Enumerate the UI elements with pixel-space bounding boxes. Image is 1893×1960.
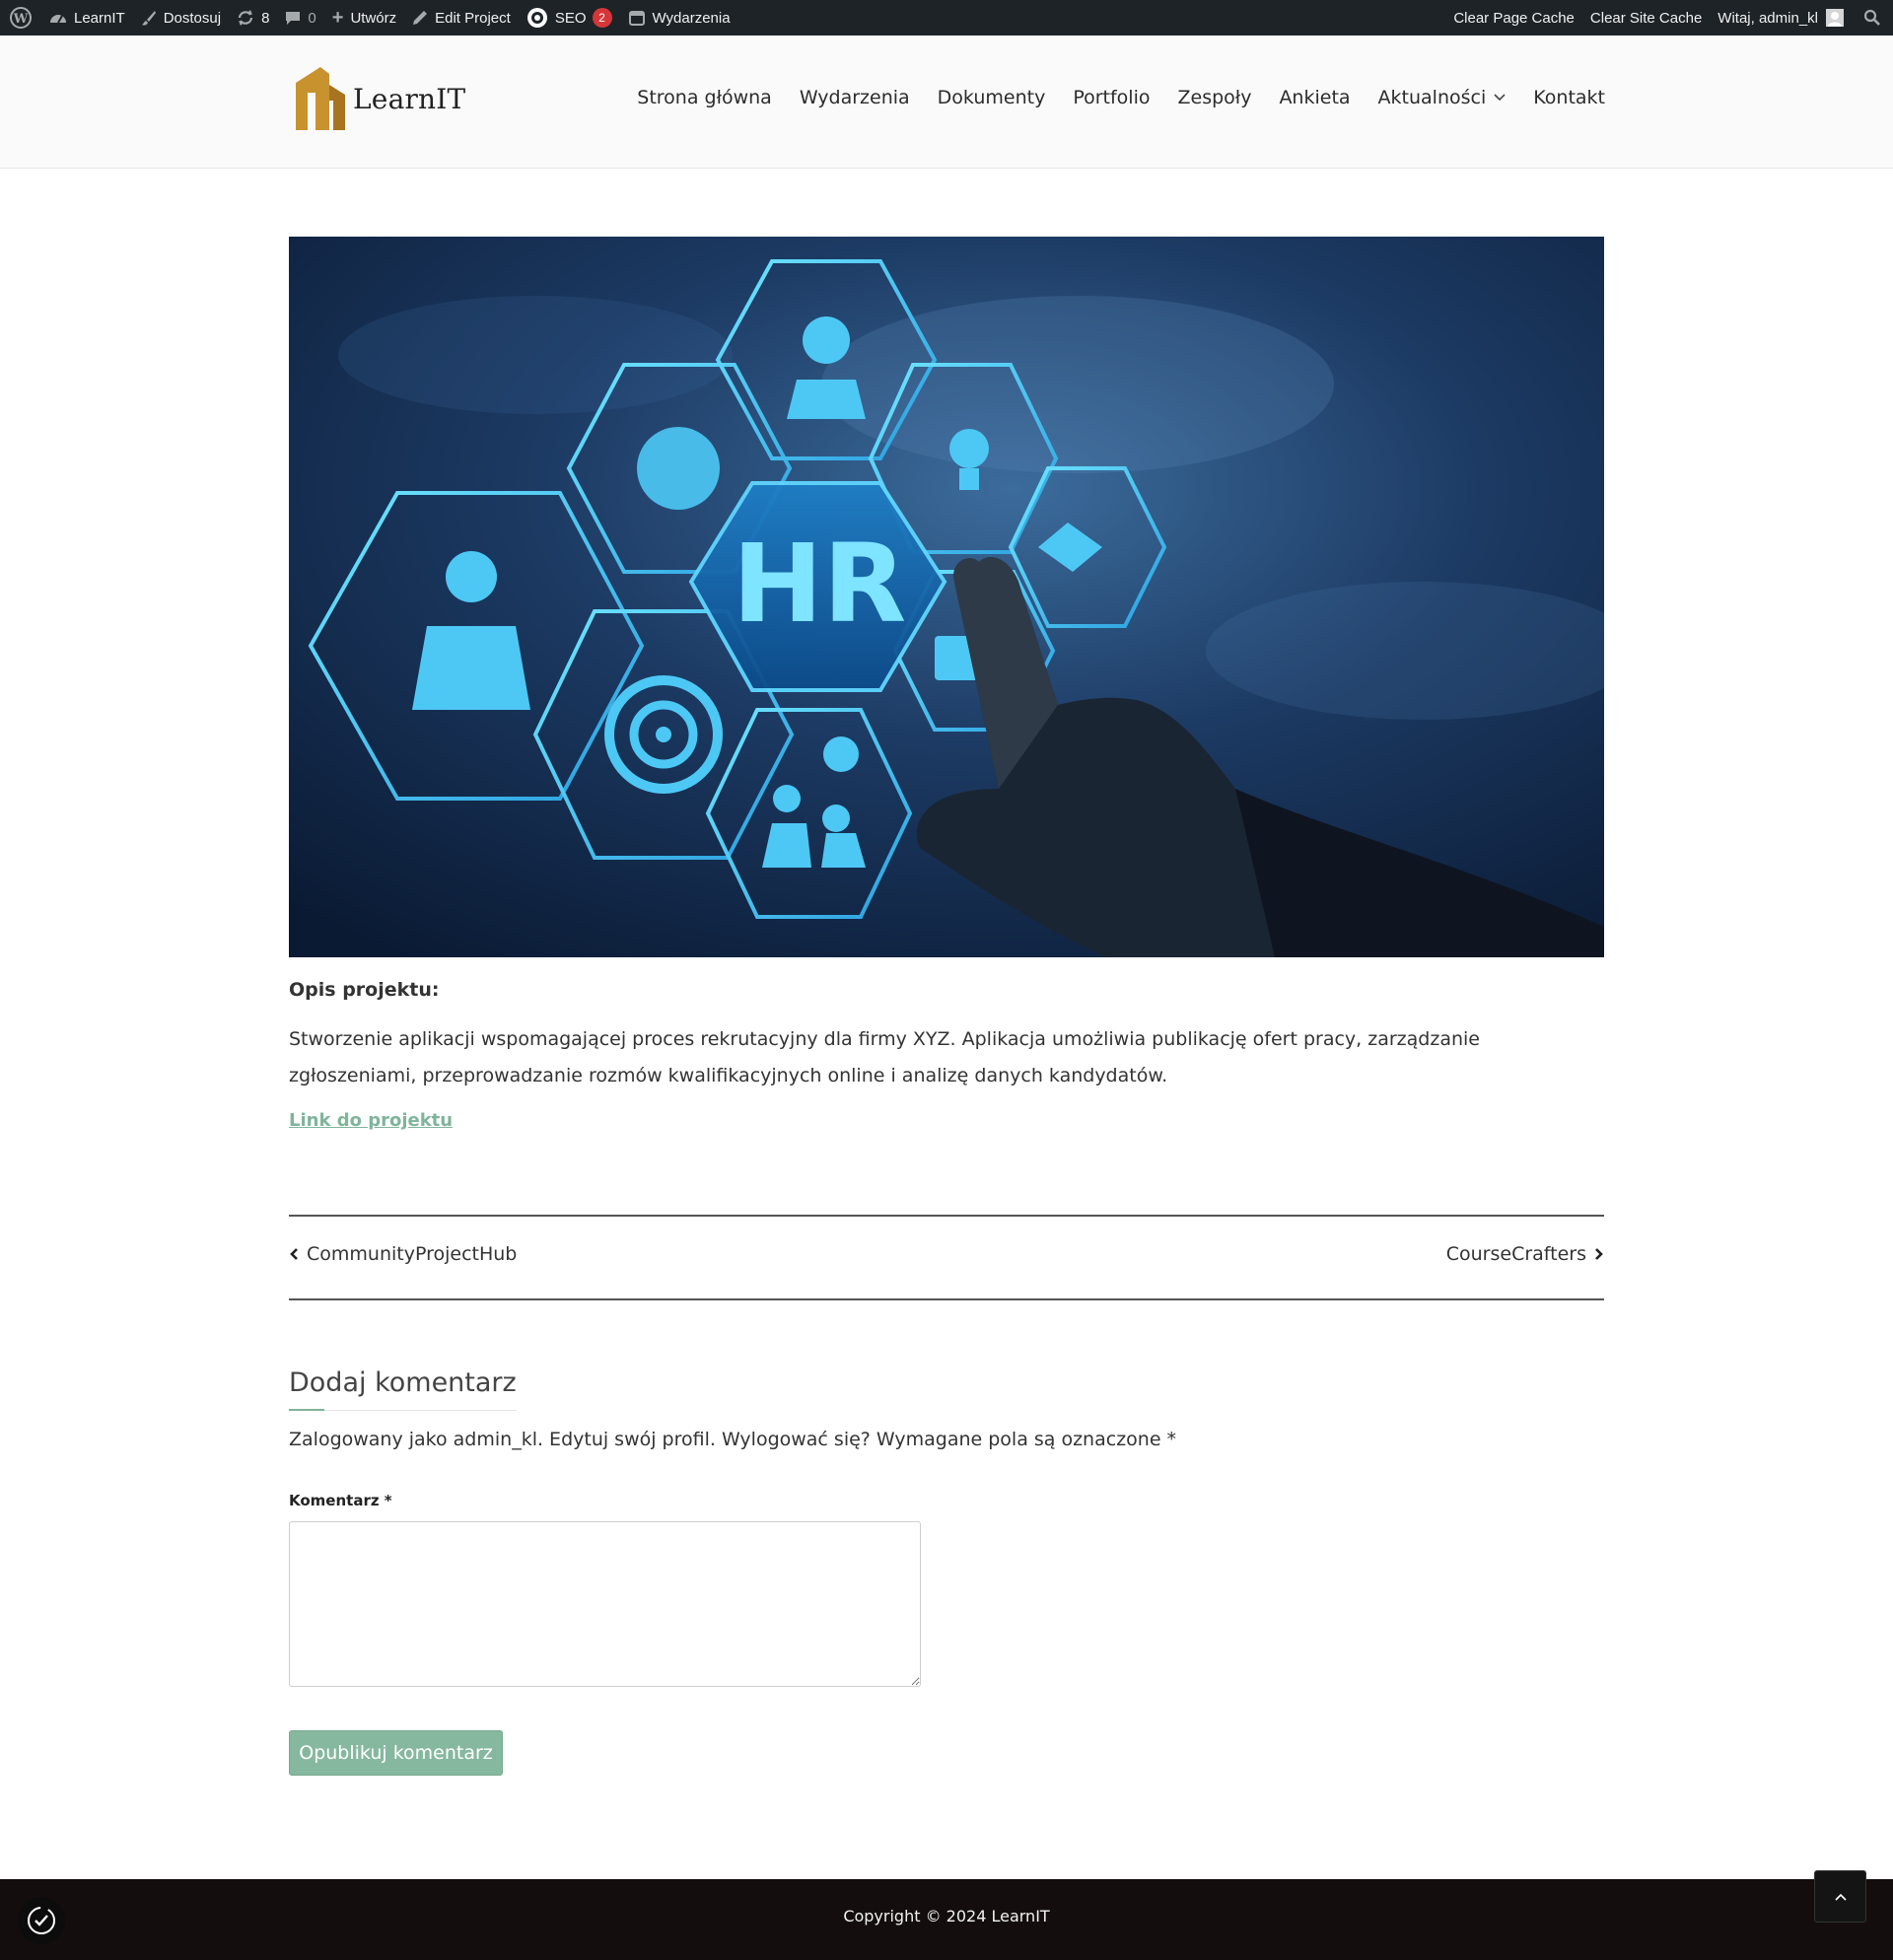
new-content-button[interactable]: + Utwórz	[324, 0, 404, 35]
next-post-link[interactable]: CourseCrafters	[1446, 1243, 1604, 1265]
admin-bar: W LearnIT Dostosuj 8 0 + Utwórz Edit Pro…	[0, 0, 1893, 35]
account-menu[interactable]: Witaj, admin_kl	[1710, 0, 1852, 35]
chevron-left-icon	[290, 1248, 298, 1260]
reply-title: Dodaj komentarz	[289, 1367, 517, 1411]
project-link[interactable]: Link do projektu	[289, 1110, 453, 1131]
calendar-icon	[628, 9, 646, 27]
logo-mark-icon	[296, 67, 345, 130]
logged-in-notice: Zalogowany jako admin_kl. Edytuj swój pr…	[289, 1429, 1177, 1450]
comments-count: 0	[308, 9, 316, 27]
plus-icon: +	[331, 6, 344, 29]
nav-item-news[interactable]: Aktualności	[1378, 87, 1507, 108]
featured-center-text: HR	[733, 521, 907, 647]
brush-icon	[141, 10, 157, 26]
seo-notification-badge: 2	[592, 8, 612, 28]
copyright-text: Copyright © 2024 LearnIT	[843, 1907, 1050, 1925]
chevron-up-icon	[1834, 1893, 1847, 1901]
seo-menu[interactable]: SEO 2	[519, 0, 620, 35]
clear-page-cache-button[interactable]: Clear Page Cache	[1445, 0, 1582, 35]
nav-item-portfolio[interactable]: Portfolio	[1073, 87, 1150, 108]
chevron-down-icon	[1494, 94, 1506, 102]
previous-post-title: CommunityProjectHub	[307, 1243, 518, 1265]
nav-item-events[interactable]: Wydarzenia	[800, 87, 910, 108]
previous-post-link[interactable]: CommunityProjectHub	[289, 1243, 517, 1265]
site-header: LearnIT Strona główna Wydarzenia Dokumen…	[0, 35, 1893, 169]
seo-label: SEO	[554, 9, 587, 27]
wordpress-logo-button[interactable]: W	[0, 0, 41, 35]
cookie-consent-icon	[28, 1907, 55, 1934]
nav-item-news-label: Aktualności	[1377, 87, 1487, 108]
cookie-settings-button[interactable]	[18, 1897, 65, 1944]
dashboard-icon	[49, 10, 67, 26]
updates-icon	[237, 10, 254, 26]
new-content-label: Utwórz	[350, 9, 397, 27]
project-description-text: Stworzenie aplikacji wspomagającej proce…	[289, 1028, 1480, 1086]
logo-text: LearnIT	[353, 82, 466, 115]
nav-item-home[interactable]: Strona główna	[637, 87, 772, 108]
customize-button[interactable]: Dostosuj	[133, 0, 229, 35]
project-description-title: Opis projektu:	[289, 979, 440, 1001]
comments-button[interactable]: 0	[277, 0, 323, 35]
edit-project-label: Edit Project	[435, 9, 511, 27]
svg-text:W: W	[13, 12, 29, 27]
wordpress-icon: W	[10, 7, 32, 29]
main-navigation: Strona główna Wydarzenia Dokumenty Portf…	[609, 87, 1605, 108]
avatar	[1826, 9, 1844, 27]
project-content: HR Opis projektu: Stworzenie aplikacji w…	[289, 237, 1604, 1131]
updates-button[interactable]: 8	[229, 0, 277, 35]
comment-textarea[interactable]	[289, 1521, 921, 1687]
nav-item-survey[interactable]: Ankieta	[1279, 87, 1350, 108]
site-footer: Copyright © 2024 LearnIT	[0, 1879, 1893, 1960]
site-name-menu[interactable]: LearnIT	[41, 0, 133, 35]
next-post-title: CourseCrafters	[1445, 1243, 1586, 1265]
admin-search-button[interactable]	[1852, 0, 1893, 35]
post-navigation: CommunityProjectHub CourseCrafters	[289, 1215, 1604, 1300]
events-label: Wydarzenia	[652, 9, 731, 27]
updates-count: 8	[261, 9, 270, 27]
site-logo-link[interactable]: LearnIT	[294, 65, 465, 132]
submit-comment-button[interactable]: Opublikuj komentarz	[289, 1730, 503, 1776]
pencil-icon	[412, 10, 428, 26]
edit-project-button[interactable]: Edit Project	[404, 0, 519, 35]
nav-item-teams[interactable]: Zespoły	[1178, 87, 1252, 108]
greeting-text: Witaj, admin_kl	[1718, 9, 1818, 27]
seo-gear-icon	[526, 7, 548, 29]
comment-bubble-icon	[285, 10, 301, 26]
site-name: LearnIT	[74, 9, 125, 27]
nav-item-documents[interactable]: Dokumenty	[938, 87, 1046, 108]
nav-item-contact[interactable]: Kontakt	[1533, 87, 1605, 108]
search-icon	[1863, 9, 1880, 26]
chevron-right-icon	[1595, 1248, 1603, 1260]
comment-form-section: Dodaj komentarz Zalogowany jako admin_kl…	[289, 1367, 1604, 1776]
comment-field-label: Komentarz *	[289, 1492, 392, 1509]
events-button[interactable]: Wydarzenia	[620, 0, 738, 35]
scroll-to-top-button[interactable]	[1814, 1870, 1866, 1923]
featured-image-hr: HR	[289, 237, 1604, 957]
customize-label: Dostosuj	[163, 9, 222, 27]
clear-site-cache-button[interactable]: Clear Site Cache	[1582, 0, 1710, 35]
